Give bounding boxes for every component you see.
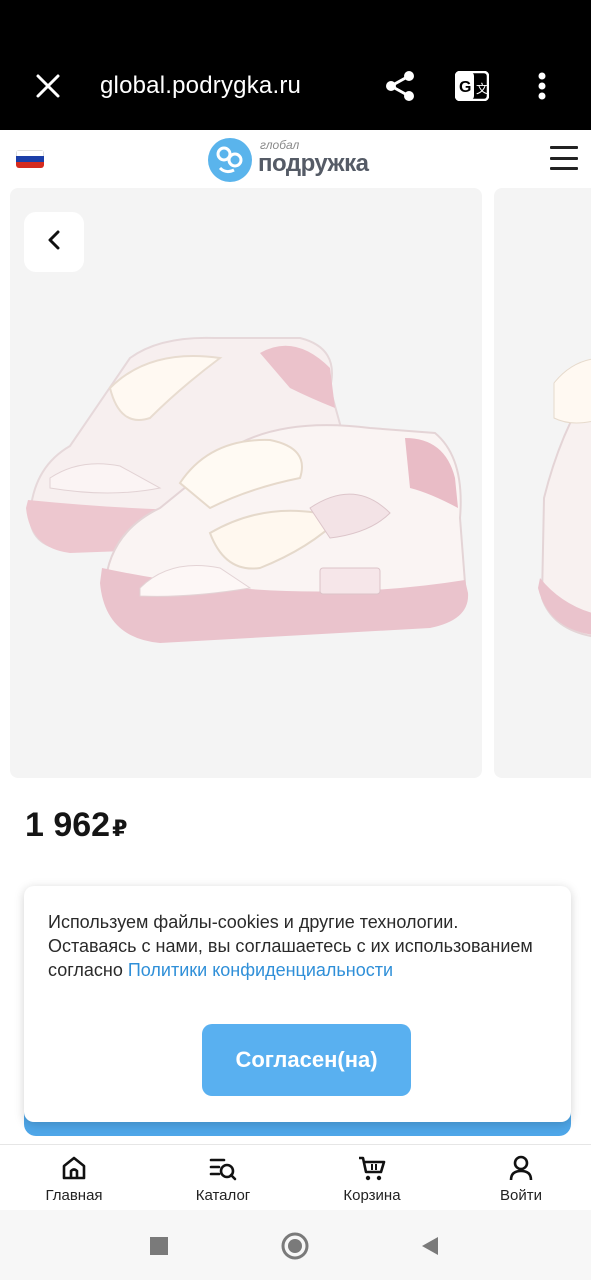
nav-item-cart[interactable]: Корзина: [317, 1153, 427, 1209]
nav-label-cart: Корзина: [343, 1187, 401, 1204]
nav-item-home[interactable]: Главная: [19, 1153, 129, 1209]
cart-icon: [357, 1153, 387, 1183]
svg-text:G: G: [459, 79, 471, 96]
translate-icon[interactable]: G 文: [452, 64, 492, 108]
product-image-card[interactable]: [10, 188, 482, 778]
pink-white-sneakers-image: [26, 336, 469, 643]
back-triangle-icon[interactable]: [414, 1230, 446, 1262]
accept-cookies-button[interactable]: Согласен(на): [202, 1024, 411, 1096]
home-circle-icon[interactable]: [279, 1230, 311, 1262]
url-field[interactable]: global.podrygka.ru: [100, 72, 301, 100]
chevron-left-icon: [47, 230, 61, 255]
share-icon[interactable]: [378, 64, 422, 108]
home-icon: [59, 1153, 89, 1183]
next-product-image-card[interactable]: [494, 188, 591, 778]
svg-text:文: 文: [476, 81, 488, 96]
hamburger-menu-icon[interactable]: [550, 146, 578, 170]
nav-label-login: Войти: [500, 1187, 542, 1204]
bottom-navigation: Главная Каталог Корзина Войти: [0, 1144, 591, 1210]
system-navigation-bar: [0, 1210, 591, 1280]
more-vert-icon[interactable]: [526, 64, 558, 108]
cookie-message: Используем файлы-cookies и другие технол…: [48, 910, 548, 982]
user-icon: [506, 1153, 536, 1183]
gallery-back-button[interactable]: [24, 212, 84, 272]
browser-toolbar: global.podrygka.ru G 文: [0, 0, 591, 130]
site-logo[interactable]: глобал подружка: [208, 136, 398, 184]
currency-symbol: ₽: [112, 816, 128, 841]
nav-item-login[interactable]: Войти: [466, 1153, 576, 1209]
nav-label-catalog: Каталог: [195, 1187, 251, 1204]
product-price: 1 962₽: [25, 806, 127, 845]
language-flag-icon[interactable]: [16, 150, 44, 168]
logo-mark-icon: [208, 138, 252, 182]
site-header: глобал подружка: [0, 130, 591, 188]
page: global.podrygka.ru G 文 глобал подружка 1…: [0, 0, 591, 1280]
price-value: 1 962: [25, 806, 111, 844]
cookie-consent-dialog: Используем файлы-cookies и другие технол…: [24, 886, 571, 1122]
logo-text: подружка: [258, 150, 369, 177]
catalog-search-icon: [208, 1153, 238, 1183]
recents-square-icon[interactable]: [143, 1230, 175, 1262]
close-icon[interactable]: [28, 66, 68, 106]
nav-item-catalog[interactable]: Каталог: [168, 1153, 278, 1209]
sneakers-image-peek: [538, 358, 591, 637]
nav-label-home: Главная: [45, 1187, 103, 1204]
privacy-policy-link[interactable]: Политики конфиденциальности: [128, 960, 393, 980]
